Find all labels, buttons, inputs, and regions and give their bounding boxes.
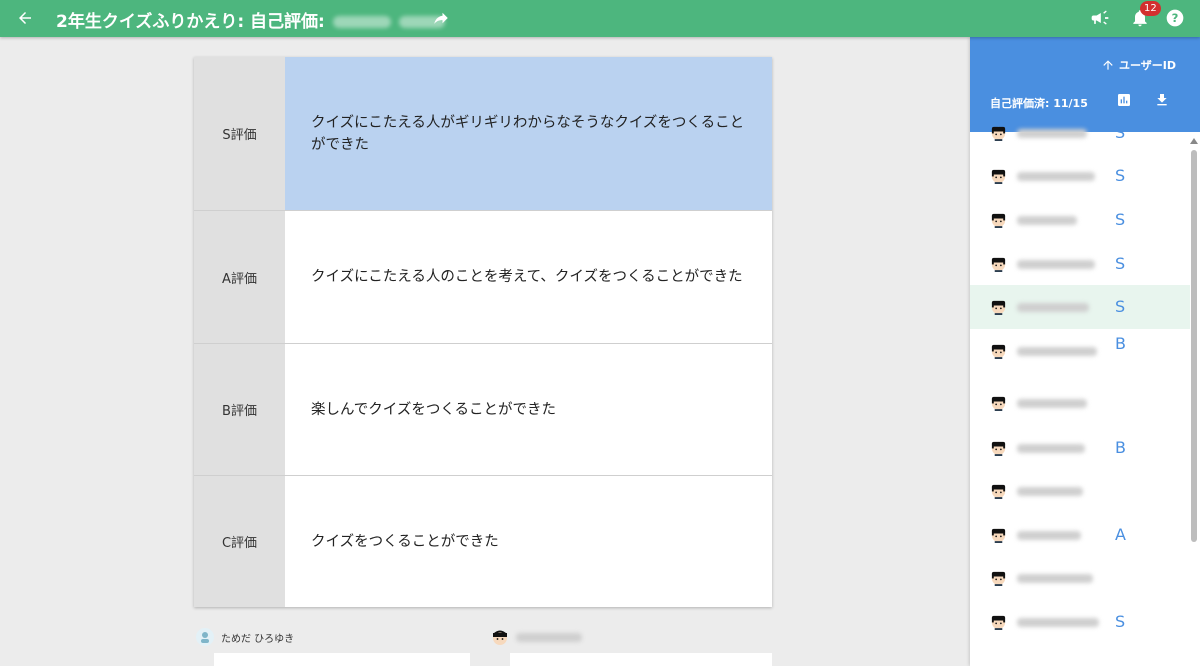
student-avatar-icon: [990, 482, 1007, 499]
student-list-item[interactable]: S: [970, 600, 1190, 644]
download-icon[interactable]: [1154, 92, 1170, 108]
student-avatar-icon: [990, 613, 1007, 630]
comment-author: [491, 628, 582, 646]
rubric-description: クイズにこたえる人のことを考えて、クイズをつくることができた: [311, 269, 743, 285]
comment-author: ためだ ひろゆき: [196, 628, 294, 646]
panel-scrollbar[interactable]: [1191, 150, 1197, 542]
blurred-student-name: [1017, 216, 1077, 225]
student-avatar-icon: [990, 342, 1007, 359]
notification-badge: 12: [1140, 1, 1161, 16]
student-list-item[interactable]: S: [970, 111, 1190, 155]
student-grade: S: [1115, 612, 1126, 631]
rubric-row-a[interactable]: A評価 クイズにこたえる人のことを考えて、クイズをつくることができた: [194, 211, 772, 344]
student-grade: S: [1115, 210, 1126, 229]
rubric-description: クイズをつくることができた: [311, 533, 499, 550]
student-avatar-icon: [493, 630, 507, 645]
back-arrow-icon[interactable]: [13, 6, 37, 30]
svg-text:?: ?: [1172, 11, 1179, 25]
student-grade: B: [1115, 334, 1126, 353]
share-arrow-icon[interactable]: [430, 7, 452, 29]
blurred-student-name: [1017, 303, 1089, 312]
page-title: 2年生クイズふりかえり: 自己評価:: [56, 7, 445, 32]
student-avatar-icon: [990, 298, 1007, 315]
student-avatar-icon: [990, 439, 1007, 456]
blurred-student-name: [1017, 260, 1095, 269]
student-panel: ユーザーID 自己評価済: 11/15 SSSSSBBAS: [970, 37, 1200, 666]
arrow-up-icon: [1103, 60, 1113, 70]
student-grade: S: [1115, 297, 1126, 316]
blurred-student-name: [1017, 444, 1085, 453]
student-avatar-icon: [990, 569, 1007, 586]
student-avatar-icon: [990, 167, 1007, 184]
blurred-student-name: [1017, 574, 1093, 583]
blurred-student-name: [1017, 347, 1097, 356]
rubric-card: S評価 クイズにこたえる人がギリギリわからなそうなクイズをつくることができた A…: [194, 57, 772, 607]
student-grade: S: [1115, 254, 1126, 273]
student-grade: S: [1115, 123, 1126, 142]
teacher-avatar-icon: [196, 628, 214, 646]
rubric-row-s[interactable]: S評価 クイズにこたえる人がギリギリわからなそうなクイズをつくることができた: [194, 57, 772, 211]
student-avatar-icon: [990, 124, 1007, 141]
student-grade: A: [1115, 525, 1126, 544]
rubric-row-b[interactable]: B評価 楽しんでクイズをつくることができた: [194, 344, 772, 476]
blurred-student-name: [1017, 618, 1099, 627]
student-avatar-icon: [990, 394, 1007, 411]
rubric-description: 楽しんでクイズをつくることができた: [311, 401, 557, 418]
evaluation-progress: 自己評価済: 11/15: [990, 97, 1088, 110]
help-icon[interactable]: ?: [1164, 7, 1186, 29]
rubric-label: B評価: [194, 344, 285, 475]
student-list-item[interactable]: [970, 556, 1190, 600]
scroll-up-arrow-icon[interactable]: [1190, 138, 1198, 144]
rubric-label: S評価: [194, 57, 285, 210]
rubric-label: A評価: [194, 211, 285, 343]
blurred-student-name: [1017, 129, 1087, 138]
student-avatar-icon: [990, 255, 1007, 272]
blurred-student-name: [1017, 531, 1081, 540]
sort-by-user-id-button[interactable]: ユーザーID: [1101, 57, 1176, 73]
rubric-description: クイズにこたえる人がギリギリわからなそうなクイズをつくることができた: [285, 57, 772, 210]
blurred-student-name: [516, 632, 582, 642]
student-avatar-icon: [990, 211, 1007, 228]
bar-chart-icon[interactable]: [1116, 92, 1132, 108]
student-list-item[interactable]: S: [970, 198, 1190, 242]
blurred-class-name: [332, 16, 391, 28]
student-grade: S: [1115, 166, 1126, 185]
blurred-student-name: [1017, 399, 1087, 408]
app-header: 2年生クイズふりかえり: 自己評価: 12 ?: [0, 0, 1200, 37]
student-list-item[interactable]: S: [970, 154, 1190, 198]
blurred-student-name: [1017, 172, 1095, 181]
student-list-item[interactable]: B: [970, 329, 1190, 373]
comment-bubble: [214, 653, 470, 666]
comment-bubble: [510, 653, 772, 666]
comment-author-name: ためだ ひろゆき: [221, 633, 295, 645]
blurred-student-name: [1017, 487, 1083, 496]
rubric-row-c[interactable]: C評価 クイズをつくることができた: [194, 476, 772, 607]
student-list-item[interactable]: A: [970, 513, 1190, 557]
student-list-item[interactable]: [970, 381, 1190, 425]
student-list-item[interactable]: S: [970, 242, 1190, 286]
student-avatar-icon: [990, 526, 1007, 543]
student-grade: B: [1115, 438, 1126, 457]
student-list-item[interactable]: [970, 469, 1190, 513]
student-list-item[interactable]: S: [970, 285, 1190, 329]
sort-label: ユーザーID: [1118, 59, 1176, 72]
megaphone-icon[interactable]: [1089, 7, 1111, 29]
student-list-item[interactable]: B: [970, 426, 1190, 470]
rubric-label: C評価: [194, 476, 285, 607]
